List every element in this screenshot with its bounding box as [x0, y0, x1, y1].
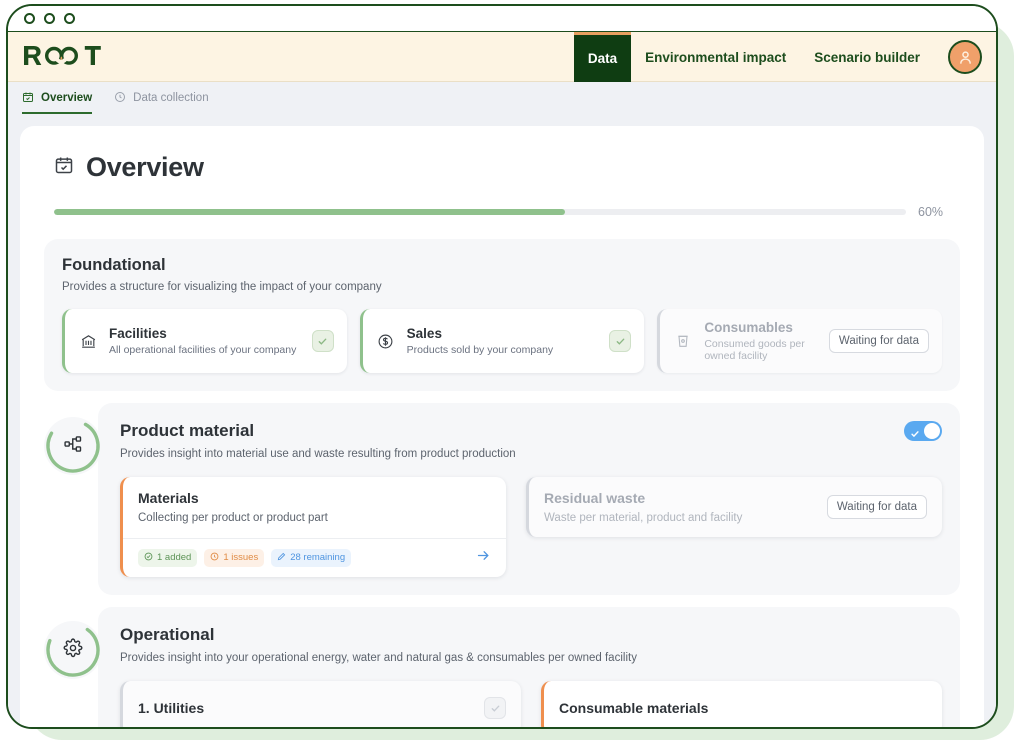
product-material-toggle[interactable] [904, 421, 942, 441]
status-chip-label: 1 issues [223, 552, 259, 563]
root-logo[interactable] [22, 32, 108, 82]
product-material-title: Product material [120, 421, 255, 440]
gear-icon [63, 637, 83, 663]
page-panel: Overview 60% Foundational Provides a str… [20, 126, 984, 727]
card-subtitle: Products sold by your company [406, 344, 554, 356]
card-title: Consumables [704, 320, 793, 335]
status-chip-remaining[interactable]: 28 remaining [271, 548, 352, 567]
progress-track [54, 209, 906, 215]
screen-root: Data Environmental impact Scenario build… [0, 0, 1024, 749]
card-materials[interactable]: Materials Collecting per product or prod… [120, 477, 506, 577]
toggle-knob [924, 423, 940, 439]
nav-tab-scenario-builder[interactable]: Scenario builder [800, 32, 934, 82]
card-title: Residual waste [544, 490, 646, 506]
operational-body: Operational Provides insight into your o… [98, 607, 960, 727]
operational-card-row: 1. Utilities Consumable materials [120, 681, 942, 727]
progress-row: 60% [44, 205, 960, 219]
card-consumable-materials[interactable]: Consumable materials [541, 681, 942, 727]
window-dot-maximize-icon[interactable] [64, 13, 75, 24]
operational-title: Operational [120, 625, 215, 644]
card-subtitle: Consumed goods per owned facility [704, 338, 805, 362]
user-avatar-icon[interactable] [948, 40, 982, 74]
card-facilities[interactable]: Facilities All operational facilities of… [62, 309, 347, 373]
card-consumables[interactable]: Consumables Consumed goods per owned fac… [657, 309, 943, 373]
window-dot-close-icon[interactable] [24, 13, 35, 24]
status-chip-added[interactable]: 1 added [138, 548, 198, 567]
card-subtitle: Waste per material, product and facility [544, 512, 743, 524]
check-badge-icon [609, 330, 632, 352]
foundational-section: Foundational Provides a structure for vi… [44, 239, 960, 391]
window-titlebar [8, 6, 996, 32]
subnav-label-data-collection: Data collection [133, 92, 209, 104]
card-residual-waste[interactable]: Residual waste Waste per material, produ… [526, 477, 942, 537]
clock-icon [114, 91, 126, 106]
subnav-item-data-collection[interactable]: Data collection [114, 82, 209, 114]
product-material-section: Product material Provides insight into m… [44, 403, 960, 595]
product-material-head: Product material Provides insight into m… [120, 421, 942, 460]
waiting-for-data-button[interactable]: Waiting for data [828, 329, 930, 353]
card-title: Materials [138, 490, 199, 506]
browser-window: Data Environmental impact Scenario build… [6, 4, 998, 729]
page-title-row: Overview [44, 152, 960, 183]
foundational-subtitle: Provides a structure for visualizing the… [62, 281, 382, 293]
toggle-check-icon [910, 426, 920, 444]
foundational-card-row: Facilities All operational facilities of… [62, 309, 943, 373]
foundational-title: Foundational [62, 256, 166, 274]
subnav-item-overview[interactable]: Overview [22, 82, 93, 114]
dollar-circle-icon [376, 333, 396, 350]
product-material-card-row: Materials Collecting per product or prod… [120, 477, 942, 577]
nav-tab-environmental-impact[interactable]: Environmental impact [631, 32, 800, 82]
progress-percent-label: 60% [918, 205, 944, 219]
waiting-for-data-button[interactable]: Waiting for data [826, 495, 927, 519]
hierarchy-icon [63, 434, 83, 459]
check-badge-icon [311, 330, 334, 352]
pencil-icon [277, 552, 286, 564]
app-header: Data Environmental impact Scenario build… [8, 32, 996, 82]
operational-section: Operational Provides insight into your o… [44, 607, 960, 727]
status-chip-label: 1 added [157, 552, 192, 563]
card-utilities[interactable]: 1. Utilities [120, 681, 521, 727]
arrow-right-icon[interactable] [476, 548, 491, 567]
page-title: Overview [86, 152, 204, 182]
card-title: Consumable materials [559, 700, 709, 716]
status-chip-issues[interactable]: 1 issues [204, 548, 265, 567]
calendar-check-icon [22, 91, 34, 106]
operational-ring [44, 621, 102, 679]
product-material-subtitle: Provides insight into material use and w… [120, 448, 516, 460]
nav-tab-data[interactable]: Data [573, 32, 632, 82]
cup-icon [673, 333, 693, 349]
sub-nav: Overview Data collection [8, 82, 996, 114]
check-circle-icon [144, 552, 153, 564]
product-material-ring [44, 417, 102, 475]
card-subtitle: All operational facilities of your compa… [109, 344, 297, 356]
window-dot-minimize-icon[interactable] [44, 13, 55, 24]
card-title: Facilities [109, 326, 167, 341]
operational-subtitle: Provides insight into your operational e… [120, 652, 637, 664]
alert-circle-icon [210, 552, 219, 564]
main-nav: Data Environmental impact Scenario build… [573, 32, 988, 82]
bank-icon [78, 333, 98, 350]
card-status-row: 1 added 1 issues 28 remaining [123, 539, 506, 577]
page-title-calendar-check-icon [54, 155, 74, 180]
check-badge-icon [484, 697, 506, 719]
status-chip-label: 28 remaining [290, 552, 346, 563]
card-sales[interactable]: Sales Products sold by your company [359, 309, 645, 373]
subnav-label-overview: Overview [41, 92, 93, 104]
product-material-body: Product material Provides insight into m… [98, 403, 960, 595]
progress-fill [54, 209, 566, 215]
card-title: Sales [406, 326, 442, 341]
page-background: Overview 60% Foundational Provides a str… [8, 114, 996, 727]
card-title: 1. Utilities [138, 700, 205, 716]
card-subtitle: Collecting per product or product part [138, 512, 328, 524]
